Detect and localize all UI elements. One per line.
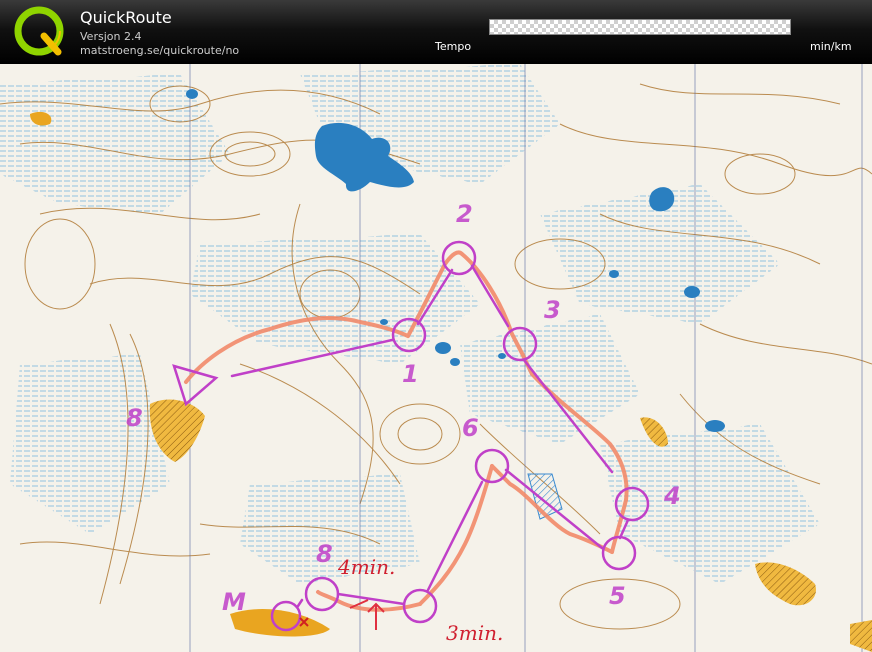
control-number-3: 3 [544,296,561,324]
quickroute-logo [14,6,64,56]
pace-color-bar[interactable] [489,19,791,35]
control-number-1: 1 [402,360,419,388]
header-bar: QuickRoute Versjon 2.4 matstroeng.se/qui… [0,0,872,64]
app-url[interactable]: matstroeng.se/quickroute/no [80,44,239,57]
control-number-2: 2 [456,200,473,228]
app-version: Versjon 2.4 [80,30,142,43]
start-label-m: M [222,588,246,616]
orienteering-map[interactable]: 1 2 3 4 5 6 8 8 M 4min. 3min. [0,64,872,652]
pace-label: Tempo [435,40,472,53]
control-number-6: 6 [462,414,479,442]
control-number-5: 5 [609,582,626,610]
control-number-4: 4 [663,482,681,510]
control-number-8-left: 8 [126,404,143,432]
annotation-4min: 4min. [337,555,395,579]
pace-unit: min/km [810,40,852,53]
annotation-3min: 3min. [446,621,503,645]
control-number-8-bottom: 8 [316,540,333,568]
app-title: QuickRoute [80,8,172,27]
